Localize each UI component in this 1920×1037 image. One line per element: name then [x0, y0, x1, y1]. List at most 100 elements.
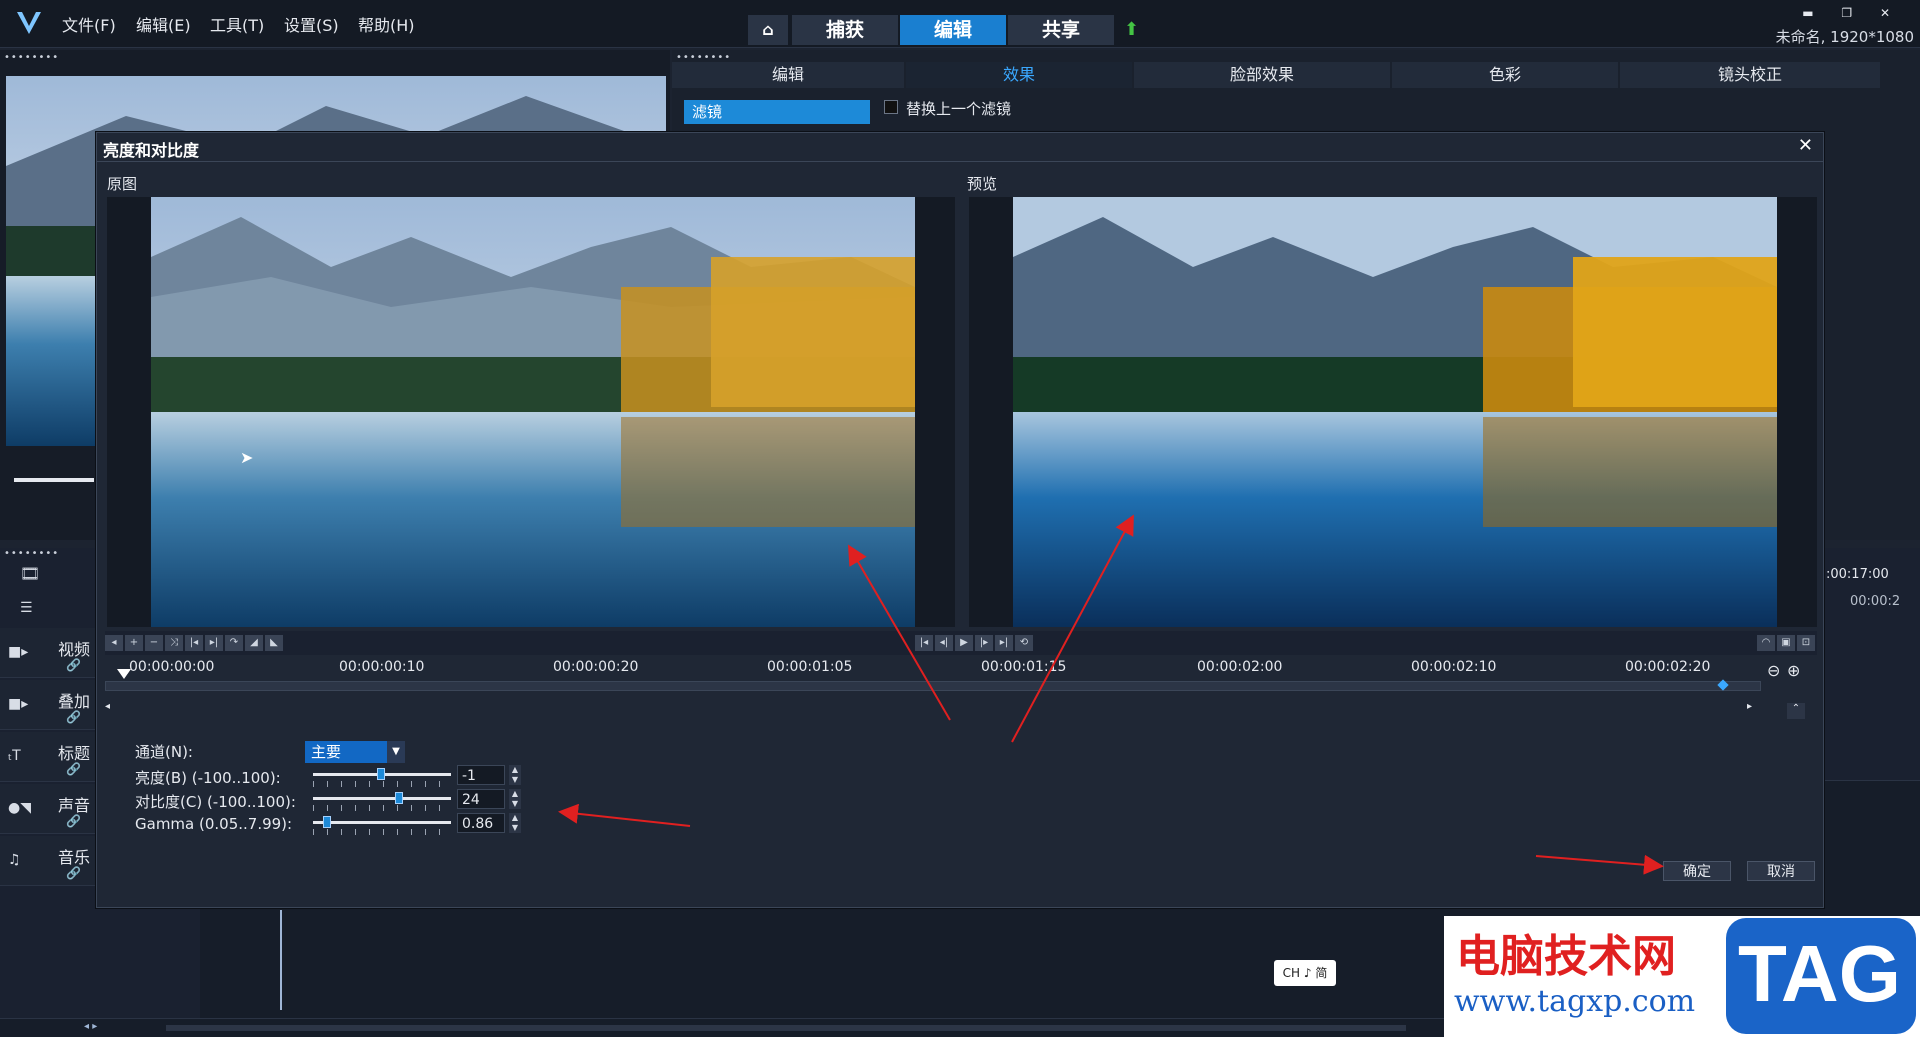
tab-edit[interactable]: 编辑 [900, 15, 1006, 45]
track-manager-icon[interactable]: ☰ [20, 600, 33, 616]
next-keyframe-icon[interactable]: ▸| [205, 635, 223, 651]
ruler-tick: 00:00:00:20 [553, 659, 639, 675]
tab-effect-effects[interactable]: 效果 [906, 62, 1132, 88]
preview-window-icon[interactable]: ▣ [1777, 635, 1795, 651]
gamma-slider[interactable] [313, 821, 451, 824]
scroll-right-icon[interactable]: ▸ [1747, 701, 1752, 712]
keyframe-ruler[interactable]: 00:00:00:00 00:00:00:10 00:00:00:20 00:0… [105, 659, 1769, 699]
preview-mode-icon[interactable]: ◠ [1757, 635, 1775, 651]
link-icon[interactable]: 🔗 [66, 658, 81, 672]
site-watermark: 电脑技术网 www.tagxp.com TAG [1444, 916, 1920, 1037]
title-track-icon: ₜT [8, 748, 21, 764]
replace-filter-checkbox[interactable] [884, 100, 898, 114]
tab-effect-color[interactable]: 色彩 [1392, 62, 1618, 88]
remove-keyframe-icon[interactable]: − [145, 635, 163, 651]
cancel-button[interactable]: 取消 [1747, 861, 1815, 881]
ruler-tick: 00:00:01:05 [767, 659, 853, 675]
home-frame-icon[interactable]: |◂ [915, 635, 933, 651]
gamma-input[interactable]: 0.86 [457, 813, 505, 833]
play-icon[interactable]: ▶ [955, 635, 973, 651]
tab-effect-lens[interactable]: 镜头校正 [1620, 62, 1880, 88]
menu-edit[interactable]: 编辑(E) [136, 12, 191, 36]
prev-keyframe-icon[interactable]: |◂ [185, 635, 203, 651]
ruler-tick: 00:00:02:10 [1411, 659, 1497, 675]
end-frame-icon[interactable]: ▸| [995, 635, 1013, 651]
timeline-playhead[interactable] [280, 910, 282, 1010]
preview-image-pane [969, 197, 1817, 627]
mark-in-icon[interactable]: ◂ [105, 635, 123, 651]
window-controls[interactable]: ▬ ❐ ✕ [1802, 6, 1902, 20]
menu-help[interactable]: 帮助(H) [358, 12, 415, 36]
timeline-ruler-label: 00:00:2 [1850, 594, 1901, 609]
tab-share[interactable]: 共享 [1008, 15, 1114, 45]
title-divider [97, 161, 1823, 162]
preview-image [1013, 197, 1777, 627]
reverse-keyframe-icon[interactable]: ⤨ [165, 635, 183, 651]
panel-grip[interactable]: •••••••• [4, 548, 59, 559]
link-icon[interactable]: 🔗 [66, 762, 81, 776]
add-keyframe-icon[interactable]: + [125, 635, 143, 651]
brightness-label: 亮度(B) (-100..100): [135, 769, 281, 787]
brightness-input[interactable]: -1 [457, 765, 505, 785]
scroll-thumb[interactable] [166, 1025, 1406, 1031]
chevron-down-icon[interactable]: ▼ [387, 741, 405, 763]
preview-controls-bar: ◂ + − ⤨ |◂ ▸| ↷ ◢ ◣ |◂ ◂| ▶ |▸ ▸| ⟲ ◠ ▣ … [105, 631, 1817, 655]
original-image [151, 197, 915, 627]
next-frame-icon[interactable]: |▸ [975, 635, 993, 651]
upload-arrow-icon[interactable]: ⬆ [1124, 19, 1139, 40]
track-label: 音乐 [58, 848, 91, 867]
ok-button[interactable]: 确定 [1663, 861, 1731, 881]
filter-category[interactable]: 滤镜 [684, 100, 870, 124]
original-image-pane [107, 197, 955, 627]
track-label: 声音 [58, 796, 91, 815]
tab-effect-edit[interactable]: 编辑 [672, 62, 904, 88]
ruler-track[interactable] [105, 681, 1761, 691]
link-icon[interactable]: 🔗 [66, 710, 81, 724]
prev-frame-icon[interactable]: ◂| [935, 635, 953, 651]
scroll-left-icon[interactable]: ◂ [105, 701, 110, 712]
brightness-slider-thumb[interactable] [377, 768, 386, 780]
panel-grip[interactable]: •••••••• [4, 52, 59, 63]
track-label: 视频 [58, 640, 91, 659]
watermark-url: www.tagxp.com [1454, 984, 1696, 1019]
repeat-icon[interactable]: ⟲ [1015, 635, 1033, 651]
zoom-out-icon[interactable]: ⊖ [1767, 661, 1780, 680]
fade-out-icon[interactable]: ◣ [265, 635, 283, 651]
menu-tools[interactable]: 工具(T) [210, 12, 264, 36]
link-icon[interactable]: 🔗 [66, 866, 81, 880]
gamma-stepper[interactable]: ▲ ▼ [509, 813, 521, 833]
gamma-slider-thumb[interactable] [323, 816, 332, 828]
ime-indicator[interactable]: CH ♪ 简 [1274, 960, 1336, 986]
player-scrub-line[interactable] [14, 478, 94, 482]
scroll-arrows-icon[interactable]: ◂ ▸ [84, 1021, 97, 1032]
watermark-title: 电脑技术网 [1456, 931, 1676, 982]
fade-in-icon[interactable]: ◢ [245, 635, 263, 651]
video-track-icon: ■▸ [8, 644, 29, 660]
redo-icon[interactable]: ↷ [225, 635, 243, 651]
fit-preview-icon[interactable]: ⊡ [1797, 635, 1815, 651]
preview-label: 预览 [967, 175, 998, 193]
home-icon[interactable]: ⌂ [748, 15, 788, 45]
collapse-icon[interactable]: ⌃ [1787, 703, 1805, 719]
contrast-stepper[interactable]: ▲ ▼ [509, 789, 521, 809]
zoom-in-icon[interactable]: ⊕ [1787, 661, 1800, 680]
tab-capture[interactable]: 捕获 [792, 15, 898, 45]
menu-file[interactable]: 文件(F) [62, 12, 116, 36]
slider-ticks [313, 781, 451, 787]
ruler-tick: 00:00:00:00 [129, 659, 215, 675]
storyboard-view-icon[interactable]: 🎞 [20, 564, 40, 583]
brightness-stepper[interactable]: ▲ ▼ [509, 765, 521, 785]
contrast-input[interactable]: 24 [457, 789, 505, 809]
contrast-slider[interactable] [313, 797, 451, 800]
gamma-label: Gamma (0.05..7.99): [135, 815, 293, 833]
link-icon[interactable]: 🔗 [66, 814, 81, 828]
contrast-slider-thumb[interactable] [394, 792, 403, 804]
close-icon[interactable]: ✕ [1798, 135, 1813, 156]
top-menu-bar: 文件(F) 编辑(E) 工具(T) 设置(S) 帮助(H) ⌂ 捕获 编辑 共享… [0, 0, 1920, 48]
contrast-label: 对比度(C) (-100..100): [135, 793, 296, 811]
tab-effect-face[interactable]: 脸部效果 [1134, 62, 1390, 88]
slider-ticks [313, 829, 451, 835]
timeline-timecode: :00:17:00 [1826, 567, 1889, 582]
menu-settings[interactable]: 设置(S) [284, 12, 339, 36]
voice-track-icon: ●◥ [8, 800, 31, 816]
